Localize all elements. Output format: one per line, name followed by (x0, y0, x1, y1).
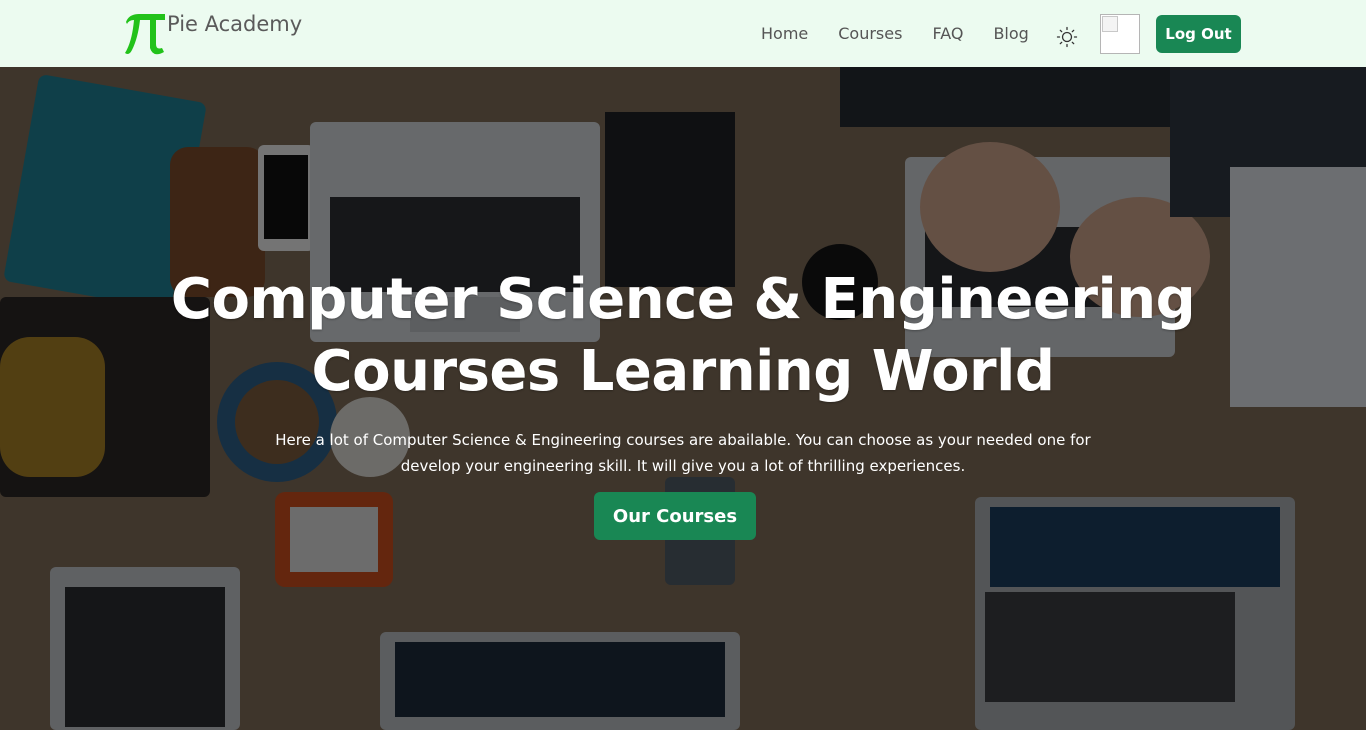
hero-section: Computer Science & Engineering Courses L… (0, 67, 1366, 730)
hero-title-line-2: Courses Learning World (311, 339, 1055, 404)
hero-content: Computer Science & Engineering Courses L… (0, 67, 1366, 730)
user-avatar[interactable] (1100, 14, 1140, 54)
nav-link-faq[interactable]: FAQ (932, 22, 963, 46)
brand-name: Pie Academy (167, 12, 303, 36)
brand-link[interactable]: Pie Academy (123, 10, 302, 56)
nav-link-blog[interactable]: Blog (993, 22, 1028, 46)
our-courses-button[interactable]: Our Courses (594, 492, 756, 540)
hero-title-line-1: Computer Science & Engineering (170, 267, 1196, 332)
sun-icon[interactable] (1056, 26, 1078, 48)
nav-links: Home Courses FAQ Blog (761, 22, 1059, 46)
navbar: Pie Academy Home Courses FAQ Blog Log Ou… (0, 0, 1366, 67)
hero-description-line-2: develop your engineering skill. It will … (400, 457, 966, 475)
nav-link-courses[interactable]: Courses (838, 22, 902, 46)
logout-button[interactable]: Log Out (1156, 15, 1241, 53)
pi-logo-icon (125, 14, 165, 55)
broken-image-icon (1102, 16, 1118, 32)
hero-title: Computer Science & Engineering Courses L… (0, 264, 1366, 408)
hero-description-line-1: Here a lot of Computer Science & Enginee… (275, 431, 1091, 449)
hero-description: Here a lot of Computer Science & Enginee… (262, 427, 1104, 479)
nav-link-home[interactable]: Home (761, 22, 808, 46)
